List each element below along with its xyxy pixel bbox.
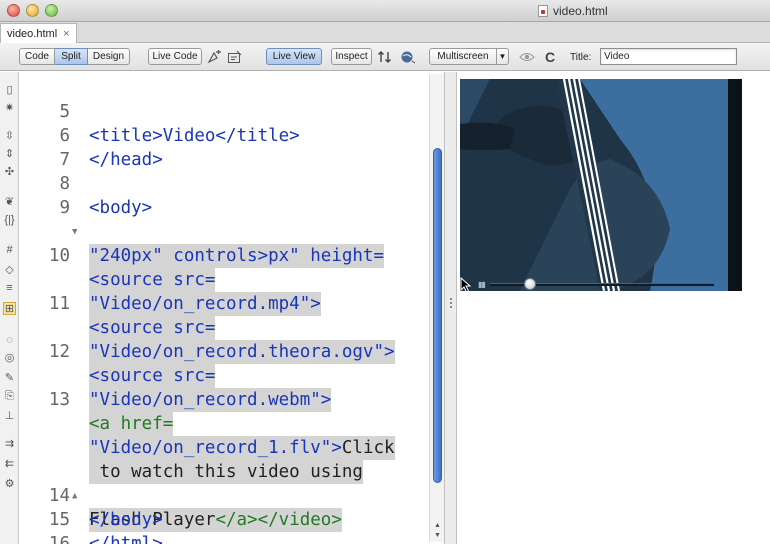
coding-toolbar: ▯ ✷ ⇳ ⇕ ✣ ❦ {|} # ◇ ≡ ⊞ ◌ ◎ ✎ ⎘ ⊥ ⇉ ⇇ ⚙ [0, 72, 19, 544]
window-title: video.html [538, 4, 608, 18]
code-line: 7 [19, 124, 444, 170]
document-tab-label: video.html [7, 27, 58, 40]
multiscreen-dropdown-icon[interactable]: ▼ [497, 48, 509, 65]
inspect-element-icon[interactable] [206, 48, 224, 65]
scroll-up-arrow-icon[interactable]: ▲ [433, 522, 442, 529]
format-source-code-icon[interactable]: ⚙ [3, 478, 16, 491]
code-line: 10 <source src= [19, 220, 444, 292]
code-line: 11 <source src= [19, 268, 444, 340]
apply-comment-icon[interactable]: ◌ [3, 334, 16, 347]
code-line: to watch this video using [19, 412, 444, 484]
balance-braces-icon[interactable]: {|} [3, 214, 16, 227]
collapse-selection-icon[interactable]: ⇕ [3, 148, 16, 161]
highlight-invalid-code-icon[interactable]: ◇ [3, 264, 16, 277]
code-editor[interactable]: 5 <title>Video</title> 6 </head> 7 8 <bo… [19, 72, 444, 544]
tab-close-icon[interactable]: × [63, 28, 69, 40]
code-line: "Video/on_record.theora.ogv"> [19, 292, 444, 364]
expand-all-icon[interactable]: ✣ [3, 166, 16, 179]
collapse-tag-icon[interactable]: ⇳ [3, 130, 16, 143]
code-line: 12 <source src= [19, 316, 444, 388]
multiscreen-button[interactable]: Multiscreen [429, 48, 497, 65]
code-line: 13 <a href= [19, 364, 444, 436]
code-line: 16 [19, 508, 444, 544]
code-line: "Video/on_record.webm"> [19, 340, 444, 412]
split-view-button[interactable]: Split [55, 48, 88, 65]
window-titlebar: video.html [0, 0, 770, 22]
video-controls: ▮▮ [460, 277, 742, 291]
window-title-text: video.html [553, 4, 608, 18]
show-code-navigator-icon[interactable]: ✷ [3, 102, 16, 115]
disable-js-icon[interactable] [226, 48, 244, 65]
outdent-code-icon[interactable]: ⇇ [3, 458, 16, 471]
document-toolbar: Code Split Design Live Code Live View In… [0, 43, 770, 71]
preview-browser-icon[interactable] [399, 48, 417, 65]
live-view-button[interactable]: Live View [266, 48, 322, 65]
syntax-coloring-icon[interactable]: ⊞ [3, 302, 16, 315]
code-line: "240px" controls> [19, 196, 444, 268]
line-number: 16 [48, 534, 70, 544]
code-line: 5 <title>Video</title> [19, 76, 444, 146]
code-line: "Video/on_record.mp4"> [19, 244, 444, 316]
live-view-pane: ▮▮ [457, 72, 770, 544]
code-view-button[interactable]: Code [19, 48, 55, 65]
minimize-window-button[interactable] [26, 4, 39, 17]
line-numbers-icon[interactable]: # [3, 244, 16, 257]
remove-comment-icon[interactable]: ◎ [3, 352, 16, 365]
html-file-icon [538, 5, 548, 17]
zoom-window-button[interactable] [45, 4, 58, 17]
pause-icon[interactable]: ▮▮ [478, 280, 486, 289]
code-line: 15 </html> [19, 484, 444, 544]
splitter-grip-icon [450, 302, 452, 304]
code-line: "Video/on_record_1.flv">Click [19, 388, 444, 460]
split-view-divider[interactable] [444, 72, 457, 544]
word-wrap-icon[interactable]: ≡ [3, 282, 16, 295]
splitter-grip-icon [450, 306, 452, 308]
scroll-down-arrow-icon[interactable]: ▼ [433, 532, 442, 539]
indent-code-icon[interactable]: ⇉ [3, 438, 16, 451]
open-documents-icon[interactable]: ▯ [3, 84, 16, 97]
file-management-icon[interactable] [376, 48, 394, 65]
refresh-icon[interactable]: C [541, 48, 559, 65]
code-line: 8 <body> [19, 148, 444, 218]
title-label: Title: [570, 52, 592, 63]
live-code-button[interactable]: Live Code [148, 48, 202, 65]
code-line: ▲ Flash Player</a></video> [19, 436, 444, 532]
editor-scrollbar[interactable]: ▲ ▼ [429, 74, 444, 542]
splitter-grip-icon [450, 298, 452, 300]
close-window-button[interactable] [7, 4, 20, 17]
design-view-button[interactable]: Design [88, 48, 130, 65]
code-line: 14 </body> [19, 460, 444, 530]
code-line: 6 </head> [19, 100, 444, 170]
code-line: 9 ▼ <video width="320px" height= [19, 172, 444, 268]
recent-snippets-icon[interactable]: ⎘ [3, 390, 16, 403]
document-title-input[interactable] [600, 48, 737, 65]
visual-aids-icon[interactable] [518, 48, 536, 65]
select-parent-tag-icon[interactable]: ❦ [3, 196, 16, 209]
video-progress-knob[interactable] [524, 278, 536, 290]
document-tab[interactable]: video.html × [0, 23, 77, 43]
wrap-tag-icon[interactable]: ✎ [3, 372, 16, 385]
video-player[interactable]: ▮▮ [460, 79, 742, 291]
video-frame-guitar [460, 79, 742, 291]
document-tab-strip: video.html × [0, 22, 770, 43]
mouse-cursor-icon [460, 277, 472, 291]
inspect-button[interactable]: Inspect [331, 48, 372, 65]
editor-scrollbar-thumb[interactable] [433, 148, 442, 483]
move-css-icon[interactable]: ⊥ [3, 410, 16, 423]
code-text: </html> [89, 534, 163, 544]
